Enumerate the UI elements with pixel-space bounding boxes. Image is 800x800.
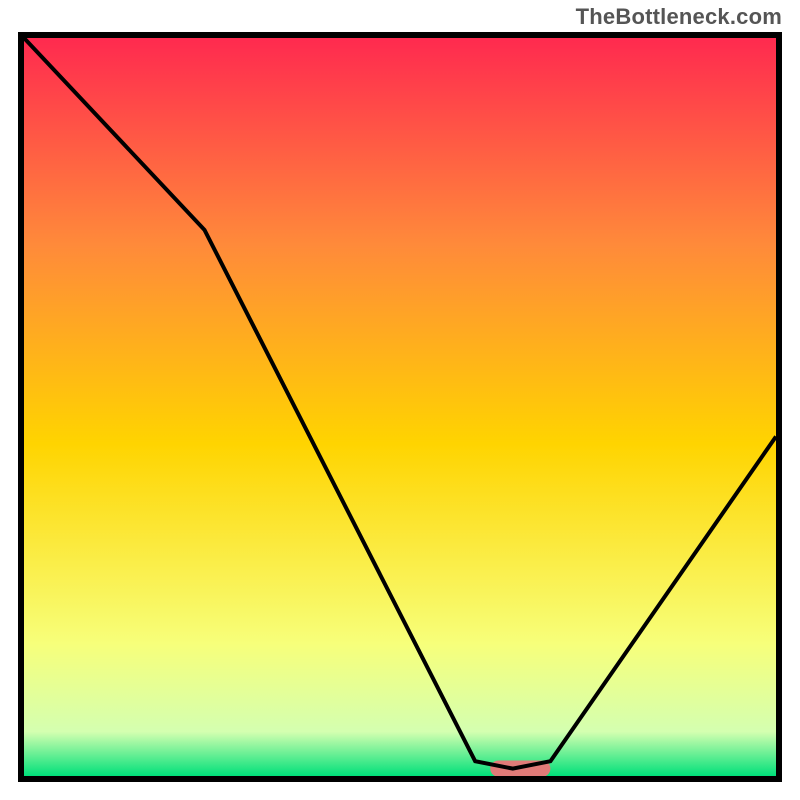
chart-frame: TheBottleneck.com <box>0 0 800 800</box>
plot-area <box>18 32 782 782</box>
gradient-background <box>24 38 776 776</box>
chart-svg <box>24 38 776 776</box>
watermark-text: TheBottleneck.com <box>576 4 782 30</box>
